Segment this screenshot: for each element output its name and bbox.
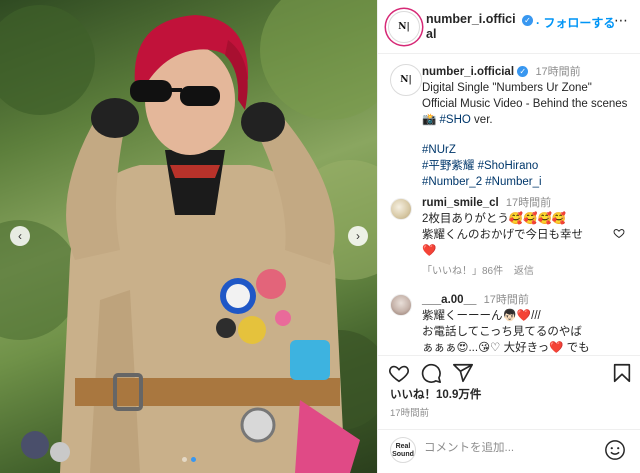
comment-text: 紫耀くーーーん👦🏻❤️/// — [422, 310, 541, 322]
comment-like-heart-icon[interactable] — [613, 227, 625, 239]
post-details-panel: N| number_i.official ✓ · フォローする ⋯ N| num… — [377, 0, 640, 473]
comment-text: ぁぁぁ😍...😘♡ 大好きっ❤️ でも — [422, 342, 590, 354]
add-comment-bar: Real Sound — [378, 429, 640, 473]
follow-label: フォローする — [543, 16, 616, 30]
share-icon[interactable] — [452, 362, 474, 384]
caption-avatar[interactable]: N| — [390, 64, 422, 96]
comment-item: rumi_smile_cl 17時間前 2枚目ありがとう🥰🥰🥰🥰 紫耀くんのおか… — [422, 195, 612, 280]
post-time: 17時間前 — [390, 408, 430, 419]
carousel-dot — [181, 457, 187, 462]
avatar-logo: N| — [398, 22, 410, 32]
comments-list[interactable]: N| number_i.official ✓ 17時間前 Digital Sin… — [378, 54, 640, 355]
header-username[interactable]: number_i.official — [426, 12, 518, 42]
comment-username[interactable]: rumi_smile_cl — [422, 197, 499, 209]
caption-gap — [422, 128, 632, 142]
post-actions: いいね！10.9万件 17時間前 — [378, 355, 640, 429]
caption-line: Digital Single "Numbers Ur Zone" — [422, 82, 592, 94]
like-count[interactable]: いいね！10.9万件 — [390, 386, 481, 402]
caption-line: 📸 #SHO ver. — [422, 112, 632, 128]
carousel-dots — [0, 451, 377, 465]
hashtag-link[interactable]: #NUrZ — [422, 142, 632, 158]
post-image[interactable]: ‹ › — [0, 0, 377, 473]
reply-button[interactable]: 返信 — [514, 266, 534, 277]
comment-input[interactable] — [424, 442, 594, 454]
caption-line: Official Music Video - Behind the scenes — [422, 98, 628, 110]
carousel-dot-active — [190, 457, 196, 462]
realsound-avatar: Real Sound — [390, 437, 416, 463]
carousel-next-button[interactable]: › — [348, 226, 368, 246]
caption: number_i.official ✓ 17時間前 Digital Single… — [422, 64, 632, 190]
hashtag-link[interactable]: #平野紫耀 #ShoHirano — [422, 158, 632, 174]
avatar-logo: N| — [400, 75, 412, 85]
camera-emoji: 📸 — [422, 114, 437, 126]
comment-text: ❤️ — [422, 245, 437, 257]
smiley-icon[interactable] — [604, 439, 626, 461]
caption-text: ver. — [470, 114, 493, 126]
comment-text: お電話してこっち見てるのやば — [422, 326, 582, 338]
verified-badge-icon: ✓ — [517, 66, 529, 78]
commenter-avatar[interactable] — [390, 198, 412, 220]
comment-likes[interactable]: 「いいね！」86件 — [422, 266, 503, 277]
more-options-icon[interactable]: ⋯ — [614, 12, 629, 29]
comment-time: 17時間前 — [483, 294, 529, 306]
comment-text: 紫耀くんのおかげで今日も幸せ — [422, 229, 583, 241]
comment-time: 17時間前 — [505, 197, 552, 209]
hashtag-link[interactable]: #SHO — [440, 114, 471, 126]
carousel-prev-button[interactable]: ‹ — [10, 226, 30, 246]
post-photo-illustration — [0, 0, 377, 473]
commenter-avatar[interactable] — [390, 294, 412, 316]
comment-item: ___a.00__ 17時間前 紫耀くーーーん👦🏻❤️/// お電話してこっち見… — [422, 292, 622, 355]
post-header: N| number_i.official ✓ · フォローする ⋯ — [378, 0, 640, 54]
comment-text: 2枚目ありがとう🥰🥰🥰🥰 — [422, 213, 567, 225]
action-icons — [388, 362, 633, 388]
follow-button[interactable]: · フォローする — [536, 14, 615, 31]
caption-time: 17時間前 — [535, 66, 581, 78]
caption-username[interactable]: number_i.official — [422, 66, 514, 78]
verified-badge-icon: ✓ — [522, 15, 533, 26]
profile-avatar[interactable]: N| — [388, 11, 420, 43]
heart-icon[interactable] — [388, 362, 410, 384]
comment-username[interactable]: ___a.00__ — [422, 294, 476, 306]
hashtag-link[interactable]: #Number_2 #Number_i — [422, 174, 632, 190]
comment-icon[interactable] — [420, 362, 442, 384]
bookmark-icon[interactable] — [611, 362, 633, 384]
comment-meta: 「いいね！」86件 返信 — [422, 264, 612, 280]
